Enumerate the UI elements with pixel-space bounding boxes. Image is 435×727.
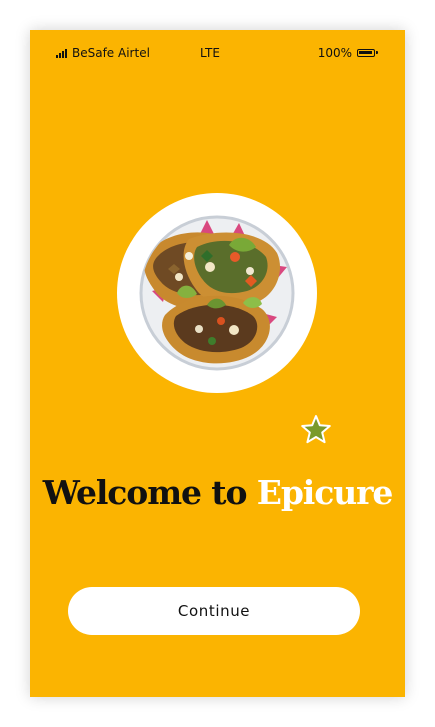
battery-level: 100% (317, 46, 352, 60)
star-icon (300, 414, 332, 446)
battery-status: 100% (317, 46, 378, 60)
phone-screen: BeSafe Airtel LTE 100% Welcome to Epicur… (30, 30, 405, 697)
welcome-prefix: Welcome to (42, 473, 248, 512)
tacos-illustration (139, 215, 295, 371)
network-type: LTE (200, 46, 220, 60)
carrier-info: BeSafe Airtel (56, 46, 150, 60)
page: BeSafe Airtel LTE 100% Welcome to Epicur… (0, 0, 435, 727)
signal-icon (56, 48, 67, 58)
battery-icon (357, 49, 378, 57)
carrier-name: BeSafe Airtel (72, 46, 150, 60)
app-brand: Epicure (256, 473, 394, 512)
hero-image (117, 193, 317, 393)
status-bar: BeSafe Airtel LTE 100% (30, 30, 405, 76)
welcome-title: Welcome to Epicure (30, 470, 405, 516)
continue-button[interactable]: Continue (68, 587, 360, 635)
